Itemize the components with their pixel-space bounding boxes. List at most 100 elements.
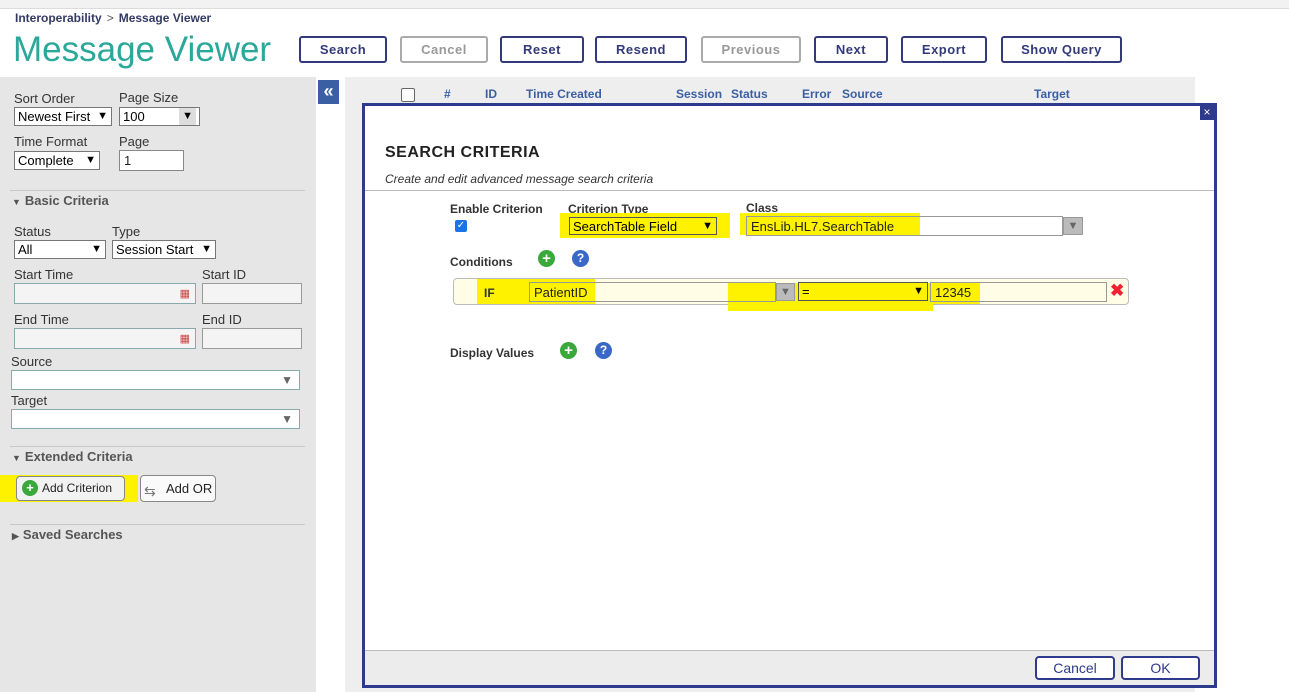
collapse-sidebar-button[interactable]: « [318, 80, 339, 104]
column-header-status[interactable]: Status [731, 87, 768, 101]
chevron-down-icon: ▼ [702, 220, 713, 232]
breadcrumb-root-link[interactable]: Interoperability [15, 11, 102, 25]
if-label: IF [484, 286, 495, 300]
column-header-id[interactable]: ID [485, 87, 497, 101]
add-display-value-icon[interactable]: + [560, 342, 577, 359]
divider [10, 446, 305, 447]
column-header-error[interactable]: Error [802, 87, 831, 101]
add-or-icon: ⇆ [144, 483, 156, 499]
divider [365, 190, 1214, 191]
divider [10, 190, 305, 191]
cancel-button[interactable]: Cancel [1035, 656, 1115, 680]
column-header-source[interactable]: Source [842, 87, 883, 101]
condition-value-input[interactable]: 12345 [930, 282, 1107, 302]
start-time-input[interactable]: ▦ [14, 283, 196, 304]
calendar-icon[interactable]: ▦ [180, 285, 190, 304]
show-query-button[interactable]: Show Query [1001, 36, 1122, 63]
enable-criterion-label: Enable Criterion [450, 202, 543, 216]
target-select[interactable]: ▼ [11, 409, 300, 429]
resend-button[interactable]: Resend [595, 36, 687, 63]
next-button[interactable]: Next [814, 36, 888, 63]
condition-field-dropdown-button[interactable]: ▼ [776, 283, 795, 301]
page-size-select[interactable]: 100 ▼ [119, 107, 200, 126]
column-header-time-created[interactable]: Time Created [526, 87, 602, 101]
basic-criteria-header[interactable]: ▼ Basic Criteria [12, 193, 109, 208]
close-icon[interactable]: × [1200, 106, 1214, 120]
breadcrumb: Interoperability > Message Viewer [15, 11, 211, 25]
help-icon[interactable]: ? [572, 250, 589, 267]
add-criterion-button[interactable]: + Add Criterion [16, 476, 125, 501]
class-input[interactable]: EnsLib.HL7.SearchTable [746, 216, 1063, 236]
select-all-checkbox[interactable] [401, 88, 415, 102]
page-title: Message Viewer [13, 30, 272, 69]
column-header-session[interactable]: Session [676, 87, 722, 101]
extended-criteria-header[interactable]: ▼ Extended Criteria [12, 449, 133, 464]
status-label: Status [14, 224, 51, 239]
chevron-down-icon: ▼ [913, 285, 924, 297]
start-id-input[interactable] [202, 283, 302, 304]
add-or-button[interactable]: ⇆ Add OR [140, 475, 216, 502]
reset-button[interactable]: Reset [500, 36, 584, 63]
sort-order-select[interactable]: Newest First ▼ [14, 107, 112, 126]
filter-sidebar: Sort Order Newest First ▼ Page Size 100 ▼ … [0, 77, 316, 692]
source-label: Source [11, 354, 53, 369]
add-or-label: Add OR [166, 481, 213, 496]
help-icon[interactable]: ? [595, 342, 612, 359]
type-select[interactable]: Session Start ▼ [112, 240, 216, 259]
search-criteria-dialog: × SEARCH CRITERIA Create and edit advanc… [362, 103, 1217, 688]
divider [10, 524, 305, 525]
caret-right-icon: ▶ [12, 531, 19, 541]
end-time-input[interactable]: ▦ [14, 328, 196, 349]
search-button[interactable]: Search [299, 36, 387, 63]
dialog-footer: Cancel OK [365, 650, 1214, 685]
chevron-down-icon: ▼ [97, 110, 108, 122]
end-id-label: End ID [202, 312, 242, 327]
chevron-down-icon: ▼ [281, 373, 293, 387]
page-label: Page [119, 134, 150, 149]
condition-operator-select[interactable]: = ▼ [798, 282, 928, 301]
class-dropdown-button[interactable]: ▼ [1063, 217, 1083, 235]
results-grid-header [390, 82, 1190, 104]
column-header-target[interactable]: Target [1034, 87, 1070, 101]
criterion-type-select[interactable]: SearchTable Field ▼ [569, 217, 717, 235]
chevron-down-icon: ▼ [281, 412, 293, 426]
page-input[interactable]: 1 [119, 150, 184, 171]
display-values-label: Display Values [450, 346, 535, 360]
condition-field-input[interactable]: PatientID [529, 282, 776, 302]
target-label: Target [11, 393, 48, 408]
status-select[interactable]: All ▼ [14, 240, 106, 259]
export-button[interactable]: Export [901, 36, 987, 63]
chevron-down-icon: ▼ [85, 154, 96, 166]
add-criterion-label: Add Criterion [42, 481, 113, 495]
time-format-select[interactable]: Complete ▼ [14, 151, 100, 170]
breadcrumb-current[interactable]: Message Viewer [119, 11, 212, 25]
dialog-title: SEARCH CRITERIA [385, 144, 541, 161]
caret-down-icon: ▼ [12, 197, 21, 207]
dialog-subtitle: Create and edit advanced message search … [385, 172, 654, 186]
start-id-label: Start ID [202, 267, 247, 282]
type-label: Type [112, 224, 141, 239]
end-id-input[interactable] [202, 328, 302, 349]
caret-down-icon: ▼ [12, 453, 21, 463]
add-condition-icon[interactable]: + [538, 250, 555, 267]
calendar-icon[interactable]: ▦ [180, 330, 190, 349]
conditions-label: Conditions [450, 255, 513, 269]
breadcrumb-separator: > [106, 11, 114, 25]
remove-condition-icon[interactable]: ✖ [1110, 281, 1124, 301]
sort-order-label: Sort Order [14, 91, 75, 106]
column-header-number[interactable]: # [444, 87, 451, 101]
enable-criterion-checkbox[interactable]: ✓ [455, 220, 467, 232]
cancel-button[interactable]: Cancel [400, 36, 488, 63]
page-size-label: Page Size [119, 90, 179, 105]
ok-button[interactable]: OK [1121, 656, 1200, 680]
add-icon: + [22, 480, 38, 496]
source-select[interactable]: ▼ [11, 370, 300, 390]
saved-searches-header[interactable]: ▶ Saved Searches [12, 527, 123, 542]
time-format-label: Time Format [14, 134, 88, 149]
start-time-label: Start Time [14, 267, 74, 282]
chevron-down-icon: ▼ [179, 108, 196, 125]
top-strip [0, 0, 1289, 9]
previous-button[interactable]: Previous [701, 36, 801, 63]
chevron-down-icon: ▼ [91, 243, 102, 255]
chevron-down-icon: ▼ [201, 243, 212, 255]
